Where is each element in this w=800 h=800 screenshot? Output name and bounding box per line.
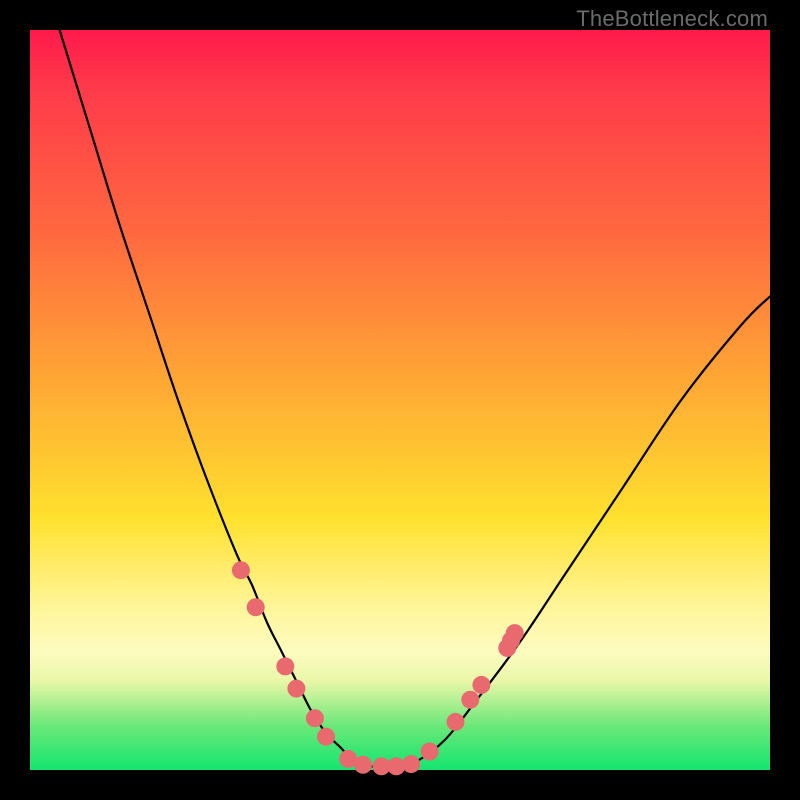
- marker-dot: [317, 728, 335, 746]
- plot-area: [30, 30, 770, 770]
- marker-group: [232, 561, 524, 775]
- watermark-text: TheBottleneck.com: [576, 6, 768, 32]
- marker-dot: [506, 624, 524, 642]
- marker-dot: [461, 691, 479, 709]
- marker-dot: [447, 713, 465, 731]
- chart-svg: [30, 30, 770, 770]
- marker-dot: [472, 676, 490, 694]
- marker-dot: [402, 755, 420, 773]
- marker-dot: [421, 743, 439, 761]
- marker-dot: [276, 657, 294, 675]
- bottleneck-curve: [60, 30, 770, 767]
- marker-dot: [287, 680, 305, 698]
- marker-dot: [232, 561, 250, 579]
- marker-dot: [247, 598, 265, 616]
- chart-frame: TheBottleneck.com: [0, 0, 800, 800]
- marker-dot: [306, 709, 324, 727]
- marker-dot: [354, 756, 372, 774]
